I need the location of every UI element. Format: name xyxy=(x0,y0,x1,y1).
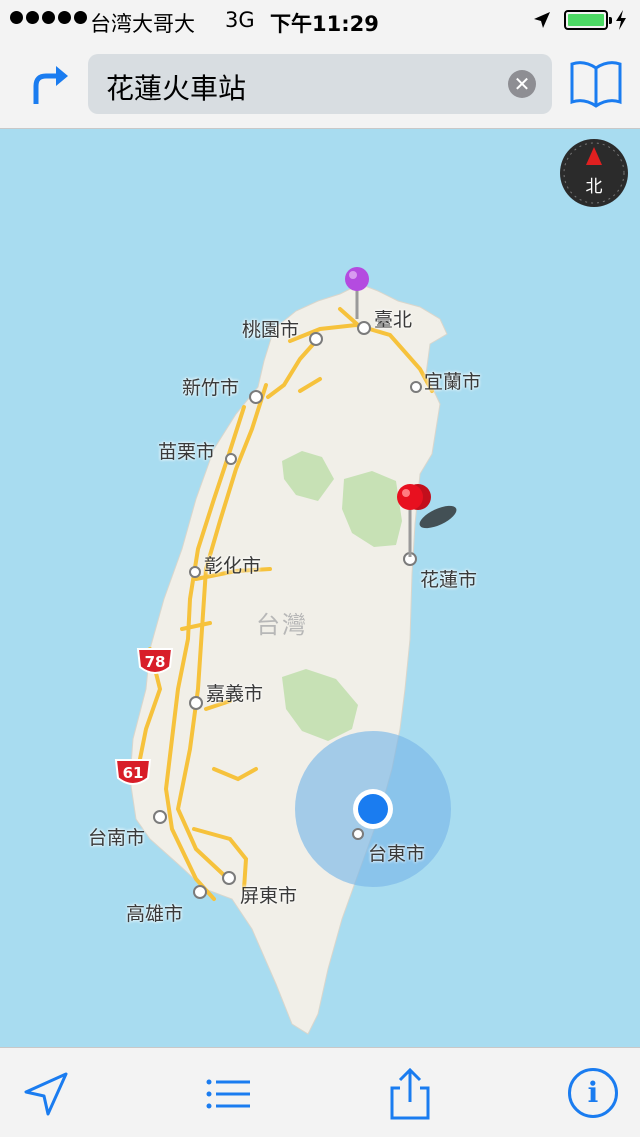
map-label-kaohsiung[interactable]: 高雄市 xyxy=(126,899,183,926)
battery-icon xyxy=(564,10,612,30)
directions-icon[interactable] xyxy=(28,60,72,108)
map-label-chiayi[interactable]: 嘉義市 xyxy=(206,679,263,706)
search-query[interactable]: 花蓮火車站 xyxy=(106,67,246,107)
clear-search-button[interactable]: ✕ xyxy=(508,70,536,98)
compass[interactable]: 北 xyxy=(558,137,630,209)
map-label-country: 台灣 xyxy=(256,611,308,639)
location-arrow-icon[interactable] xyxy=(20,1068,72,1120)
map-label-pingtung[interactable]: 屏東市 xyxy=(240,881,297,908)
route-shield-61: 61 xyxy=(114,759,152,785)
map-label-hualien[interactable]: 花蓮市 xyxy=(420,565,477,592)
info-icon[interactable]: i xyxy=(568,1068,618,1118)
status-bar: 台湾大哥大 3G 下午11:29 xyxy=(0,0,640,40)
map-label-changhua[interactable]: 彰化市 xyxy=(204,551,261,578)
svg-text:78: 78 xyxy=(145,653,166,671)
map-label-miaoli[interactable]: 苗栗市 xyxy=(158,437,215,464)
route-shield-78: 78 xyxy=(136,648,174,674)
search-field[interactable]: 花蓮火車站 ✕ xyxy=(88,54,552,114)
taiwan-map[interactable]: 78 61 xyxy=(0,129,640,1047)
carrier-name: 台湾大哥大 xyxy=(90,12,195,36)
location-services-icon xyxy=(534,12,550,28)
svg-text:61: 61 xyxy=(123,764,144,782)
bookmarks-icon[interactable] xyxy=(568,60,624,110)
map-label-taipei[interactable]: 臺北 xyxy=(374,305,412,332)
clock: 下午11:29 xyxy=(270,12,379,36)
network-type: 3G xyxy=(225,8,255,32)
signal-strength-icon xyxy=(10,11,87,24)
map-label-taitung[interactable]: 台東市 xyxy=(368,839,425,866)
map-label-yilan[interactable]: 宜蘭市 xyxy=(424,367,481,394)
charging-icon xyxy=(616,10,626,30)
bottom-toolbar: i xyxy=(0,1047,640,1137)
navigation-bar: 花蓮火車站 ✕ xyxy=(0,40,640,129)
list-icon[interactable] xyxy=(204,1068,256,1120)
map-label-taoyuan[interactable]: 桃園市 xyxy=(242,315,299,342)
map-label-tainan[interactable]: 台南市 xyxy=(88,823,145,850)
map-view[interactable]: 78 61 臺北 桃園市 新竹市 宜蘭市 苗栗市 彰化市 花蓮市 台灣 嘉義市 … xyxy=(0,129,640,1047)
map-label-hsinchu[interactable]: 新竹市 xyxy=(182,373,239,400)
share-icon[interactable] xyxy=(384,1068,436,1120)
compass-north-label: 北 xyxy=(585,177,603,197)
